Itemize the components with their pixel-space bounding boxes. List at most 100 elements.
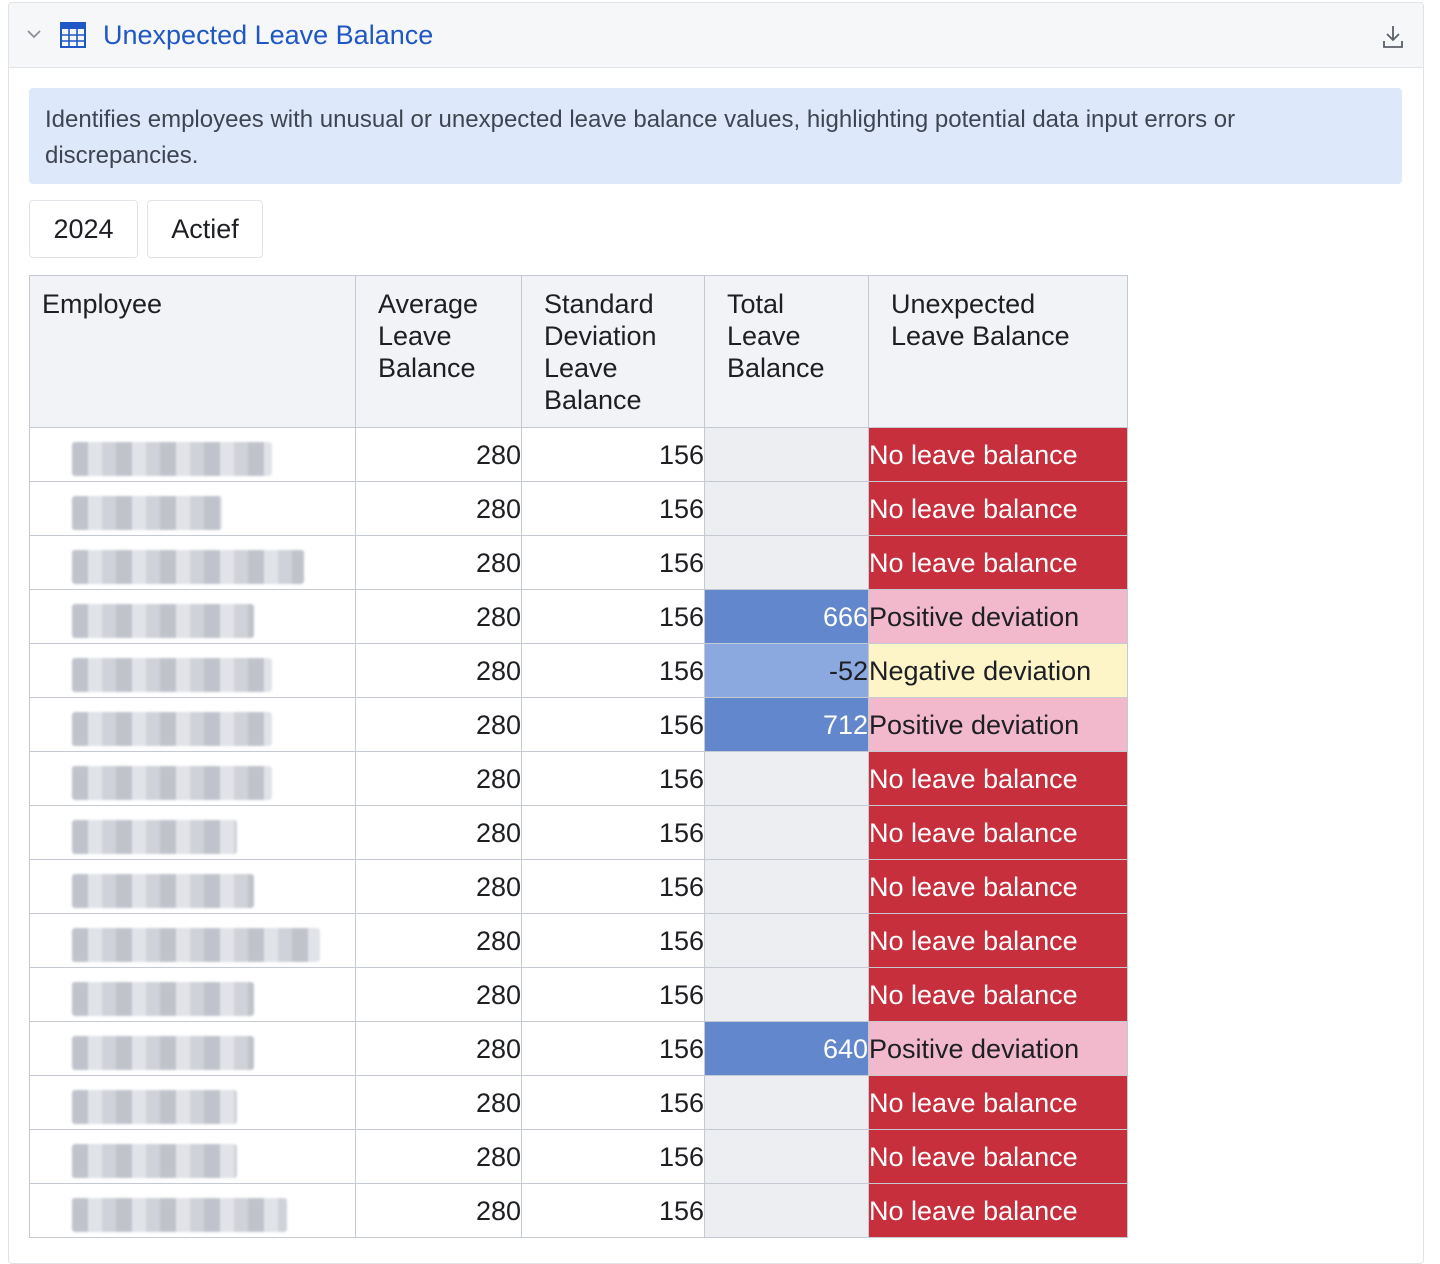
redacted-employee-name <box>72 927 320 962</box>
unexpected-status-cell: No leave balance <box>868 859 1128 914</box>
total-cell <box>704 859 869 914</box>
total-cell <box>704 913 869 968</box>
table-row[interactable]: 280 156 -52 Negative deviation <box>29 643 1128 698</box>
employee-cell <box>29 481 356 536</box>
table-row[interactable]: 280 156 No leave balance <box>29 913 1128 968</box>
column-header-total[interactable]: Total Leave Balance <box>704 275 869 428</box>
average-cell: 280 <box>355 1129 522 1184</box>
redacted-employee-name <box>72 981 254 1016</box>
employee-cell <box>29 967 356 1022</box>
download-icon[interactable] <box>1381 23 1405 51</box>
stddev-cell: 156 <box>521 697 705 752</box>
employee-cell <box>29 751 356 806</box>
year-filter-chip[interactable]: 2024 <box>29 200 138 258</box>
table-row[interactable]: 280 156 No leave balance <box>29 535 1128 590</box>
total-cell <box>704 427 869 482</box>
stddev-cell: 156 <box>521 859 705 914</box>
average-cell: 280 <box>355 427 522 482</box>
employee-cell <box>29 913 356 968</box>
total-cell: 712 <box>704 697 869 752</box>
unexpected-status-cell: No leave balance <box>868 427 1128 482</box>
leave-balance-table: Employee Average Leave Balance Standard … <box>29 275 1128 1238</box>
table-row[interactable]: 280 156 No leave balance <box>29 1129 1128 1184</box>
stddev-cell: 156 <box>521 481 705 536</box>
stddev-cell: 156 <box>521 913 705 968</box>
chevron-down-icon[interactable] <box>25 25 43 43</box>
stddev-cell: 156 <box>521 1021 705 1076</box>
panel-header[interactable]: Unexpected Leave Balance <box>9 3 1423 68</box>
total-cell <box>704 751 869 806</box>
average-cell: 280 <box>355 1021 522 1076</box>
total-cell <box>704 481 869 536</box>
table-row[interactable]: 280 156 666 Positive deviation <box>29 589 1128 644</box>
table-row[interactable]: 280 156 No leave balance <box>29 481 1128 536</box>
employee-cell <box>29 589 356 644</box>
total-cell: 640 <box>704 1021 869 1076</box>
average-cell: 280 <box>355 913 522 968</box>
redacted-employee-name <box>72 441 272 476</box>
redacted-employee-name <box>72 657 272 692</box>
employee-cell <box>29 1183 356 1238</box>
employee-cell <box>29 859 356 914</box>
average-cell: 280 <box>355 481 522 536</box>
table-row[interactable]: 280 156 No leave balance <box>29 805 1128 860</box>
unexpected-status-cell: No leave balance <box>868 481 1128 536</box>
stddev-cell: 156 <box>521 643 705 698</box>
table-row[interactable]: 280 156 No leave balance <box>29 1075 1128 1130</box>
stddev-cell: 156 <box>521 805 705 860</box>
average-cell: 280 <box>355 1075 522 1130</box>
column-header-average[interactable]: Average Leave Balance <box>355 275 522 428</box>
total-cell: 666 <box>704 589 869 644</box>
table-row[interactable]: 280 156 No leave balance <box>29 751 1128 806</box>
unexpected-status-cell: Positive deviation <box>868 589 1128 644</box>
redacted-employee-name <box>72 873 254 908</box>
description-box: Identifies employees with unusual or une… <box>29 88 1402 184</box>
redacted-employee-name <box>72 1197 287 1232</box>
panel-title[interactable]: Unexpected Leave Balance <box>103 19 433 51</box>
table-row[interactable]: 280 156 No leave balance <box>29 967 1128 1022</box>
table-row[interactable]: 280 156 No leave balance <box>29 1183 1128 1238</box>
employee-cell <box>29 535 356 590</box>
unexpected-status-cell: No leave balance <box>868 967 1128 1022</box>
table-icon <box>60 22 86 48</box>
total-cell: -52 <box>704 643 869 698</box>
employee-cell <box>29 427 356 482</box>
average-cell: 280 <box>355 751 522 806</box>
average-cell: 280 <box>355 535 522 590</box>
table-row[interactable]: 280 156 640 Positive deviation <box>29 1021 1128 1076</box>
total-cell <box>704 1183 869 1238</box>
unexpected-status-cell: Positive deviation <box>868 1021 1128 1076</box>
total-cell <box>704 535 869 590</box>
unexpected-status-cell: No leave balance <box>868 535 1128 590</box>
column-header-employee[interactable]: Employee <box>29 275 356 428</box>
unexpected-status-cell: No leave balance <box>868 1075 1128 1130</box>
employee-cell <box>29 643 356 698</box>
stddev-cell: 156 <box>521 1183 705 1238</box>
table-row[interactable]: 280 156 No leave balance <box>29 427 1128 482</box>
total-cell <box>704 805 869 860</box>
redacted-employee-name <box>72 1143 237 1178</box>
unexpected-status-cell: Negative deviation <box>868 643 1128 698</box>
redacted-employee-name <box>72 819 237 854</box>
unexpected-status-cell: No leave balance <box>868 1129 1128 1184</box>
status-filter-chip[interactable]: Actief <box>147 200 263 258</box>
unexpected-status-cell: No leave balance <box>868 751 1128 806</box>
column-header-stddev[interactable]: Standard Deviation Leave Balance <box>521 275 705 428</box>
average-cell: 280 <box>355 1183 522 1238</box>
unexpected-status-cell: Positive deviation <box>868 697 1128 752</box>
average-cell: 280 <box>355 967 522 1022</box>
unexpected-status-cell: No leave balance <box>868 913 1128 968</box>
employee-cell <box>29 697 356 752</box>
report-panel: Unexpected Leave Balance Identifies empl… <box>8 2 1424 1264</box>
table-row[interactable]: 280 156 No leave balance <box>29 859 1128 914</box>
stddev-cell: 156 <box>521 1129 705 1184</box>
employee-cell <box>29 805 356 860</box>
table-row[interactable]: 280 156 712 Positive deviation <box>29 697 1128 752</box>
employee-cell <box>29 1021 356 1076</box>
employee-cell <box>29 1129 356 1184</box>
redacted-employee-name <box>72 711 272 746</box>
redacted-employee-name <box>72 495 222 530</box>
stddev-cell: 156 <box>521 967 705 1022</box>
redacted-employee-name <box>72 1089 237 1124</box>
column-header-unexpected[interactable]: Unexpected Leave Balance <box>868 275 1128 428</box>
